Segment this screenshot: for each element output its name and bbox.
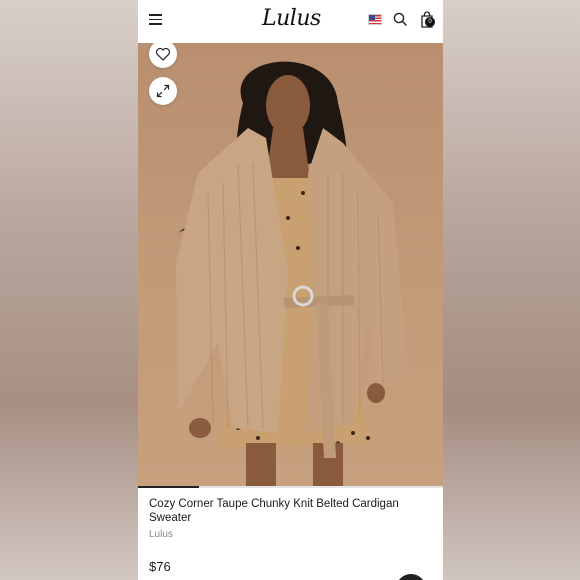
chat-button[interactable] [396,574,426,580]
top-header: Lulus 0 [138,0,443,44]
flag-icon[interactable] [368,14,382,25]
gallery-progress [138,486,443,488]
background-blur-left [0,0,138,580]
product-image[interactable] [138,43,443,487]
expand-image-button[interactable] [149,77,177,105]
search-icon[interactable] [393,12,407,26]
heart-icon [155,47,171,61]
background-blur-right [442,0,580,580]
menu-icon[interactable] [149,14,162,25]
model-photo [176,61,408,487]
product-price: $76 [149,559,171,574]
phone-screen: Lulus 0 Cozy Corner Taupe Chunky Knit Be… [138,0,443,580]
product-title: Cozy Corner Taupe Chunky Knit Belted Car… [149,498,399,524]
gallery-progress-fill [138,486,199,488]
brand-logo[interactable]: Lulus [262,6,321,31]
product-brand[interactable]: Lulus [149,529,173,540]
expand-icon [156,84,170,98]
cart-count-badge: 0 [425,17,435,27]
